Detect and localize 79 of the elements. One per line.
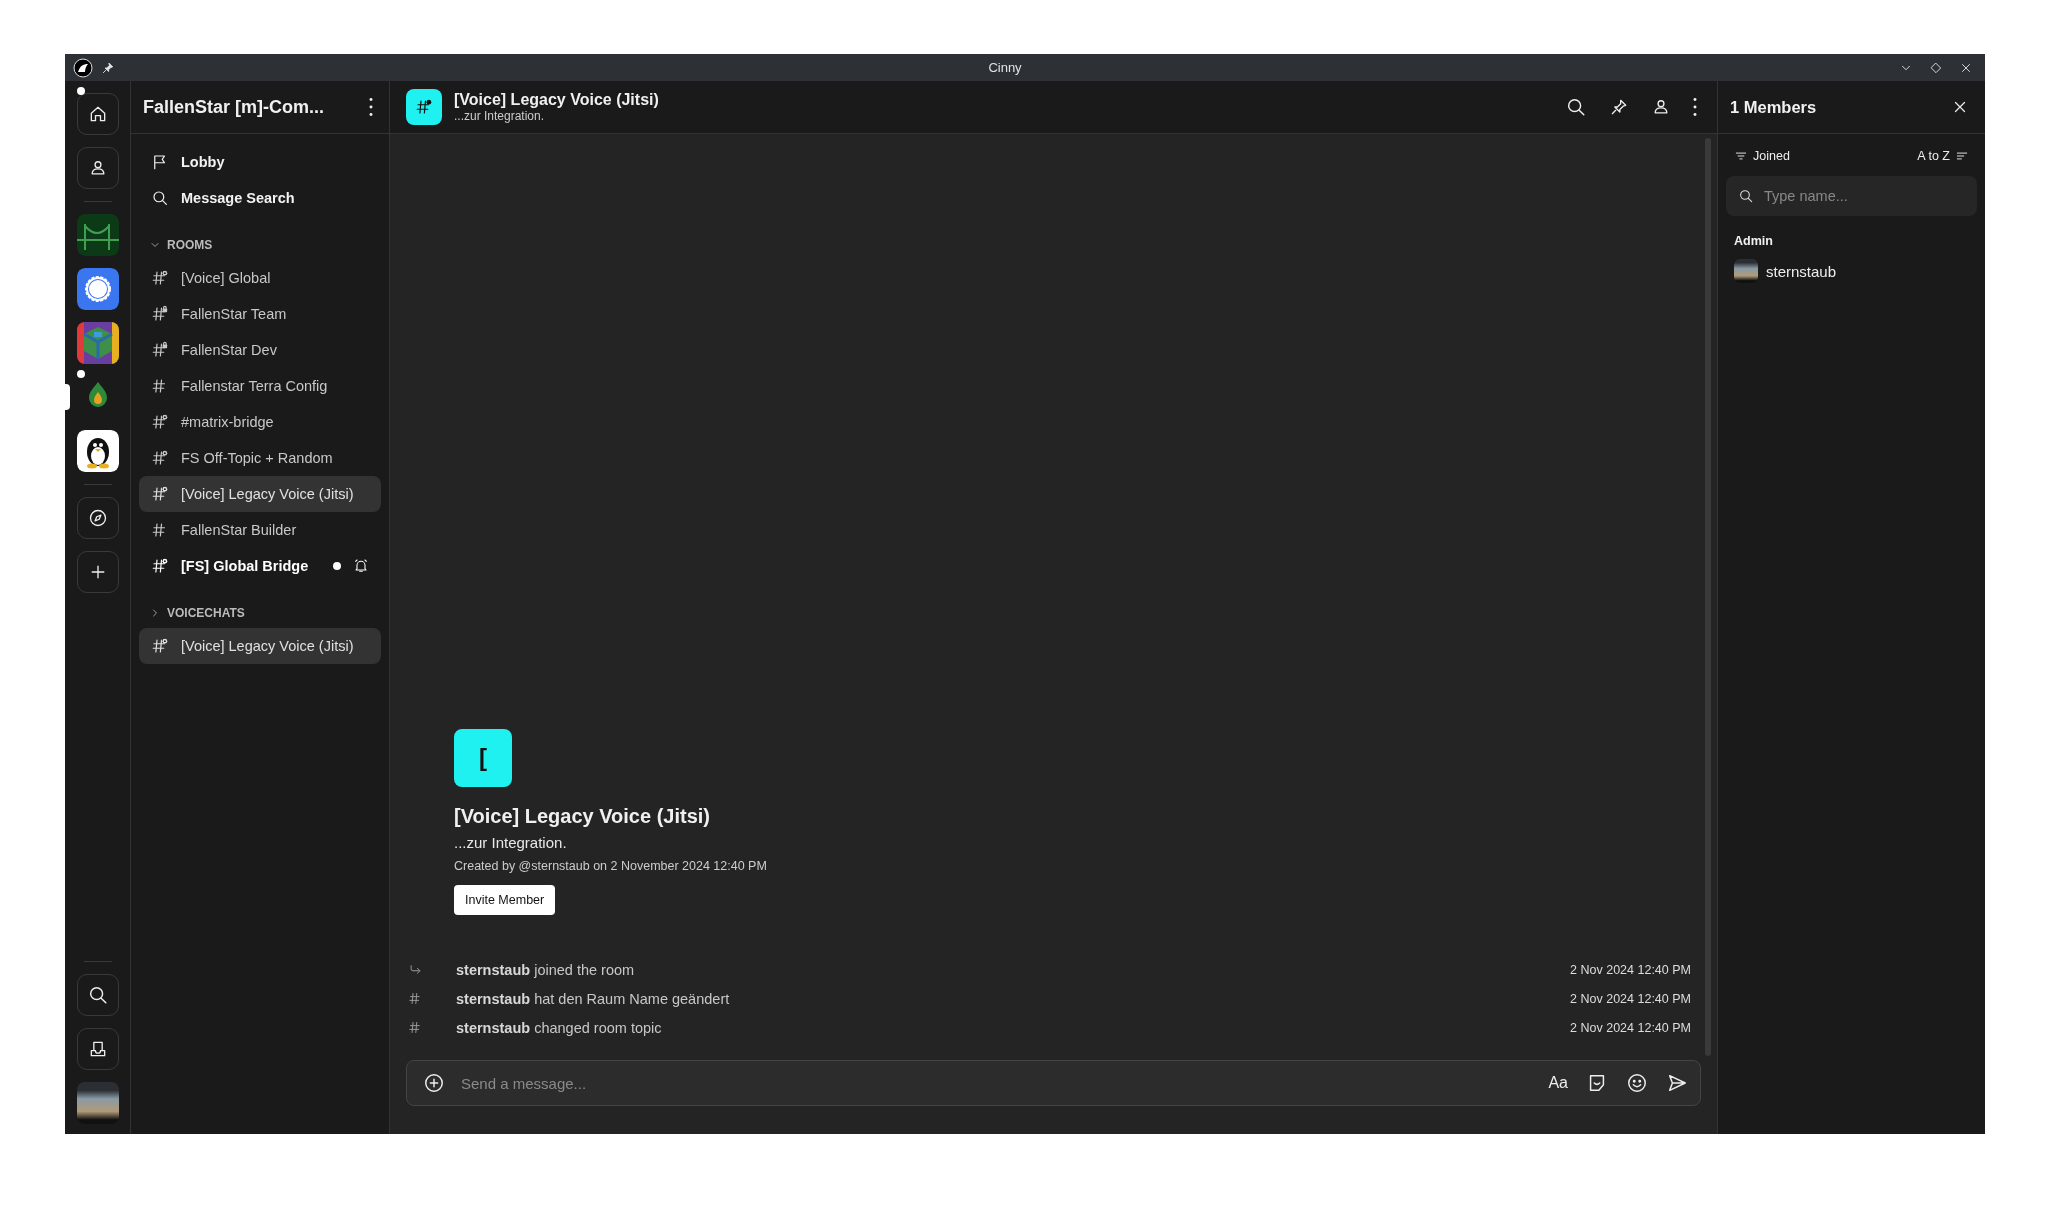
event-time: 2 Nov 2024 12:40 PM	[1570, 1020, 1691, 1035]
avatar-photo-placeholder	[1734, 259, 1758, 283]
explore-button[interactable]	[76, 497, 119, 539]
window-title: Cinny	[987, 60, 1023, 75]
hash-globe-icon	[415, 98, 433, 116]
sort-button[interactable]: A to Z	[1917, 149, 1969, 163]
hash-globe-icon	[151, 637, 169, 655]
hash-icon	[408, 991, 423, 1006]
pin-icon	[1609, 97, 1629, 117]
room-item[interactable]: [Voice] Global	[139, 260, 381, 296]
message-composer[interactable]: Send a message... Aa	[406, 1060, 1701, 1106]
smiley-icon	[1626, 1072, 1648, 1094]
category-header[interactable]: ROOMS	[139, 230, 381, 260]
create-space-button[interactable]	[76, 551, 119, 593]
event-time: 2 Nov 2024 12:40 PM	[1570, 991, 1691, 1006]
search-icon	[1565, 96, 1587, 118]
message-input[interactable]: Send a message...	[459, 1073, 1535, 1093]
arrow-turn-icon	[408, 962, 423, 977]
room-name: [Voice] Legacy Voice (Jitsi)	[454, 91, 660, 109]
formatting-button[interactable]: Aa	[1544, 1070, 1572, 1096]
plus-circle-icon	[423, 1072, 445, 1094]
cube-logo[interactable]	[76, 322, 119, 364]
room-item[interactable]: [FS] Global Bridge	[139, 548, 381, 584]
hash-lock-icon	[151, 305, 169, 323]
lobby-link[interactable]: Lobby	[139, 144, 381, 180]
more-vertical-icon	[1693, 98, 1697, 116]
event-text: sternstaub joined the room	[456, 961, 636, 978]
hash-icon	[408, 1020, 423, 1035]
hash-globe-icon	[151, 269, 169, 287]
room-item[interactable]: [Voice] Legacy Voice (Jitsi)	[139, 476, 381, 512]
room-intro-topic: ...zur Integration.	[454, 834, 567, 851]
bridge-photo-placeholder[interactable]	[76, 214, 119, 256]
user-avatar-photo-placeholder[interactable]	[76, 1082, 119, 1124]
penguin-logo[interactable]	[76, 430, 119, 472]
inbox-button[interactable]	[76, 1028, 119, 1070]
event-text: sternstaub hat den Raum Name geändert	[456, 990, 731, 1007]
member-search-input[interactable]: Type name...	[1762, 187, 1965, 205]
room-item[interactable]: FallenStar Dev	[139, 332, 381, 368]
filter-icon	[1734, 149, 1748, 163]
send-icon	[1666, 1072, 1688, 1094]
filter-button[interactable]: Joined	[1734, 149, 1790, 163]
event-time: 2 Nov 2024 12:40 PM	[1570, 962, 1691, 977]
room-intro-name: [Voice] Legacy Voice (Jitsi)	[454, 805, 710, 828]
room-item[interactable]: FS Off-Topic + Random	[139, 440, 381, 476]
space-name: FallenStar [m]-Com...	[143, 96, 326, 118]
home-button[interactable]	[76, 93, 119, 135]
hash-globe-icon	[151, 485, 169, 503]
hash-lock-icon	[151, 341, 169, 359]
search-button[interactable]	[76, 974, 119, 1016]
room-item[interactable]: FallenStar Team	[139, 296, 381, 332]
sort-icon	[1955, 149, 1969, 163]
room-avatar: [	[454, 729, 512, 787]
event-text: sternstaub changed room topic	[456, 1019, 663, 1036]
room-created-info: Created by @sternstaub on 2 November 2024 12:40 PM	[454, 859, 767, 873]
diamond-icon	[1929, 60, 1943, 75]
search-icon	[151, 189, 169, 207]
hash-globe-icon	[151, 557, 169, 575]
direct-messages-button[interactable]	[76, 147, 119, 189]
hash-globe-icon	[151, 449, 169, 467]
member-group-label: Admin	[1734, 234, 1774, 248]
room-item[interactable]: [Voice] Legacy Voice (Jitsi)	[139, 628, 381, 664]
chat-bubble-logo[interactable]	[76, 268, 119, 310]
message-search-link[interactable]: Message Search	[139, 180, 381, 216]
invite-member-button[interactable]: Invite Member	[454, 885, 556, 915]
pin-icon	[101, 60, 115, 75]
room-item[interactable]: Fallenstar Terra Config	[139, 368, 381, 404]
unread-dot	[333, 562, 341, 570]
hash-globe-icon	[151, 413, 169, 431]
room-topic: ...zur Integration.	[454, 109, 546, 123]
member-item[interactable]: sternstaub	[1726, 252, 1977, 290]
room-item[interactable]: FallenStar Builder	[139, 512, 381, 548]
compass-icon	[87, 508, 108, 528]
bell-icon	[353, 558, 369, 574]
members-title: 1 Members	[1730, 97, 1818, 117]
more-vertical-icon	[369, 98, 373, 116]
search-icon	[1738, 188, 1754, 204]
room-item[interactable]: #matrix-bridge	[139, 404, 381, 440]
member-search-box[interactable]: Type name...	[1726, 176, 1977, 216]
category-header[interactable]: VOICECHATS	[139, 598, 381, 628]
